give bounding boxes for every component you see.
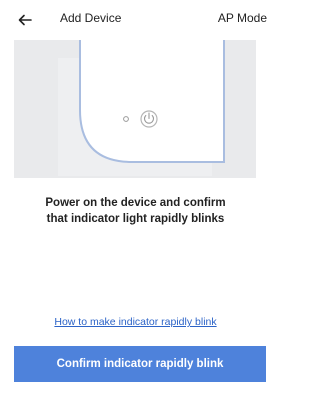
- back-button[interactable]: [14, 10, 36, 30]
- confirm-blink-button[interactable]: Confirm indicator rapidly blink: [14, 346, 266, 382]
- device-illustration: [14, 40, 256, 178]
- page-title: Add Device: [60, 11, 122, 25]
- instruction-text: Power on the device and confirm that ind…: [0, 195, 271, 227]
- add-device-screen: Add Device AP Mode Power on the device a…: [0, 0, 271, 419]
- instruction-line-2: that indicator light rapidly blinks: [46, 213, 225, 225]
- instruction-line-1: Power on the device and confirm: [45, 197, 226, 209]
- how-to-blink-link[interactable]: How to make indicator rapidly blink: [0, 316, 271, 328]
- ap-mode-button[interactable]: AP Mode: [218, 11, 267, 25]
- device-drawing: [58, 40, 225, 176]
- top-bar: Add Device AP Mode: [0, 0, 271, 40]
- arrow-left-icon: [18, 14, 32, 26]
